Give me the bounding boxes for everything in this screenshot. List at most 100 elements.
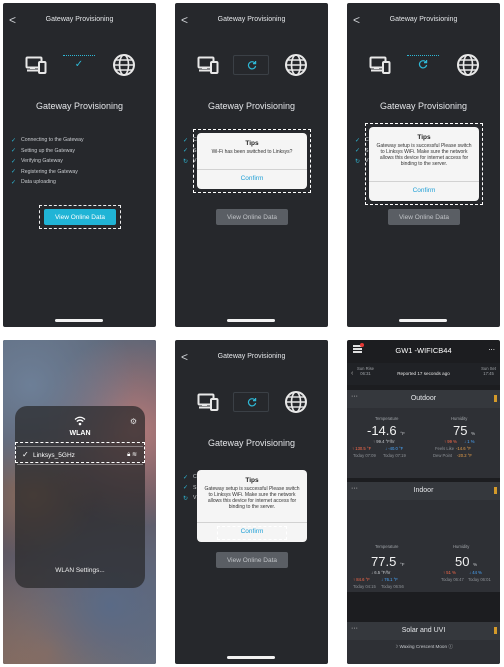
confirm-highlight-frame — [217, 526, 287, 540]
connection-status — [233, 55, 269, 75]
home-indicator — [227, 656, 275, 659]
step-label: Registering the Gateway — [21, 168, 78, 175]
wifi-icon — [15, 416, 145, 429]
temperature-low-time: Today 07:19 — [383, 453, 406, 458]
step-list: ✓ Connecting to the Gateway ✓ Setting up t… — [11, 135, 84, 188]
sync-icon — [247, 398, 257, 407]
feels-like-value: -14.6 °F — [456, 446, 471, 451]
sun-set: Sun Set 17:45 — [481, 366, 496, 376]
moon-phase: ☽ Waxing Crescent Moon ⓘ — [347, 644, 500, 650]
screen-setup-success-repeat: < Gateway Provisioning Gateway Provision… — [175, 340, 328, 664]
card-header: ··· Indoor — [347, 482, 500, 500]
connection-graphic — [175, 51, 328, 79]
step-label: V — [193, 495, 197, 502]
page-heading: Gateway Provisioning — [35, 101, 124, 111]
connection-graphic: ✓ — [3, 51, 156, 79]
outdoor-card[interactable]: ··· Outdoor Temperature -14.6 °F ↑ 99.4 … — [347, 390, 500, 478]
nav-bar: < Gateway Provisioning — [3, 11, 156, 29]
page-heading: Gateway Provisioning — [207, 101, 296, 111]
check-icon: ✓ — [183, 148, 189, 155]
humidity-label: Humidity — [451, 416, 468, 421]
dialog-message: Wi-Fi has been switched to Linksys? — [211, 149, 293, 155]
step-label: Connecting to the Gateway — [21, 137, 84, 144]
step-list: ✓ C ✓ S ↻ V — [183, 472, 197, 504]
globe-icon — [285, 391, 307, 413]
step-item: ✓ Connecting to the Gateway — [11, 135, 84, 146]
humidity-value: 50 % — [455, 554, 478, 569]
feels-like-label: Feels Like — [435, 446, 455, 451]
nav-bar: < Gateway Provisioning — [347, 11, 500, 29]
temperature-high: ↑ 130.5 °F — [352, 446, 372, 451]
view-online-data-button[interactable]: View Online Data — [388, 209, 460, 225]
card-header: ··· Solar and UVI — [347, 622, 500, 640]
screen-weather-dashboard: GW1 -WIFICB44 ... ‹ Sun Rise 06:31 Repor… — [347, 340, 500, 664]
gear-icon[interactable]: ⚙ — [130, 417, 137, 426]
humidity-label: Humidity — [453, 544, 470, 549]
screen-wifi-switch-prompt: < Gateway Provisioning Gateway Provision… — [175, 3, 328, 327]
confirm-button[interactable]: Confirm — [369, 187, 479, 194]
home-indicator — [227, 319, 275, 322]
wlan-title: WLAN — [69, 430, 91, 437]
temperature-high-time: Today 04:15 — [353, 584, 376, 589]
check-icon: ✓ — [11, 179, 17, 186]
temperature-high-time: Today 07:09 — [353, 453, 376, 458]
humidity-low-time: Today 06:01 — [468, 577, 491, 582]
view-online-data-button[interactable]: View Online Data — [216, 552, 288, 568]
card-accent — [494, 487, 497, 494]
temperature-label: Temperature — [375, 544, 399, 549]
view-online-data-button[interactable]: View Online Data — [216, 209, 288, 225]
devices-icon — [197, 56, 219, 74]
step-label: Data uploading — [21, 179, 56, 186]
nav-title: Gateway Provisioning — [217, 16, 286, 23]
nav-title: Gateway Provisioning — [389, 16, 458, 23]
humidity-high-time: Today 06:47 — [441, 577, 464, 582]
humidity-low: ↓ 1 % — [464, 439, 475, 444]
sync-icon: ↻ — [183, 495, 189, 502]
home-indicator — [55, 319, 103, 322]
home-indicator — [399, 319, 447, 322]
temperature-high: ↑ 84.6 °F — [353, 577, 370, 582]
step-item: ↻ V — [183, 493, 197, 504]
sync-icon: ↻ — [355, 158, 361, 165]
wlan-settings-link[interactable]: WLAN Settings... — [15, 567, 145, 574]
step-label: Setting up the Gateway — [21, 147, 75, 154]
humidity-high: ↑ 99 % — [444, 439, 457, 444]
globe-icon — [285, 54, 307, 76]
view-online-data-button[interactable]: View Online Data — [44, 209, 116, 225]
check-icon: ✓ — [74, 59, 84, 70]
screen-setup-success: < Gateway Provisioning Gateway Provision… — [347, 3, 500, 327]
highlight-frame — [15, 442, 145, 463]
wlan-panel: ⚙ WLAN ✓ Linksys_5GHz 🔒︎ ≋ WLAN Settings… — [15, 406, 145, 588]
report-time: Reported 17 seconds ago — [397, 371, 450, 376]
dew-point-label: Dew Point — [433, 453, 453, 458]
page-heading: Gateway Provisioning — [379, 101, 468, 111]
step-item: ✓ Setting up the Gateway — [11, 146, 84, 157]
dialog-title: Tips — [245, 140, 259, 147]
more-icon[interactable]: ... — [488, 343, 495, 352]
sync-icon — [418, 60, 428, 69]
connection-status: ✓ — [61, 55, 97, 75]
connection-graphic — [347, 51, 500, 79]
humidity-low: ↓ 44 % — [469, 570, 482, 575]
step-item: ✓ S — [183, 483, 197, 494]
card-title: Outdoor — [410, 395, 437, 402]
check-icon: ✓ — [183, 485, 189, 492]
moon-phase-label: Waxing Crescent Moon ⓘ — [399, 644, 453, 649]
step-label: S — [193, 484, 197, 491]
check-icon: ✓ — [11, 148, 17, 155]
indoor-card[interactable]: ··· Indoor Temperature 77.5 °F Humidity … — [347, 482, 500, 570]
confirm-button[interactable]: Confirm — [197, 175, 307, 182]
check-icon: ✓ — [355, 148, 361, 155]
check-icon: ✓ — [11, 137, 17, 144]
screen-provisioning-complete: < Gateway Provisioning ✓ Gateway Provisi… — [3, 3, 156, 327]
moon-icon: ☽ — [394, 644, 399, 649]
tips-dialog: Tips Gateway setup is successful Please … — [369, 127, 479, 201]
connection-graphic — [175, 388, 328, 416]
connection-status — [233, 392, 269, 412]
page-heading: Gateway Provisioning — [207, 438, 296, 448]
card-title: Solar and UVI — [401, 627, 446, 634]
devices-icon — [25, 56, 47, 74]
device-title[interactable]: GW1 -WIFICB44 — [347, 346, 500, 355]
solar-card[interactable]: ··· Solar and UVI ☽ Waxing Crescent Moon… — [347, 622, 500, 664]
dialog-message: Gateway setup is successful Please switc… — [376, 143, 472, 167]
